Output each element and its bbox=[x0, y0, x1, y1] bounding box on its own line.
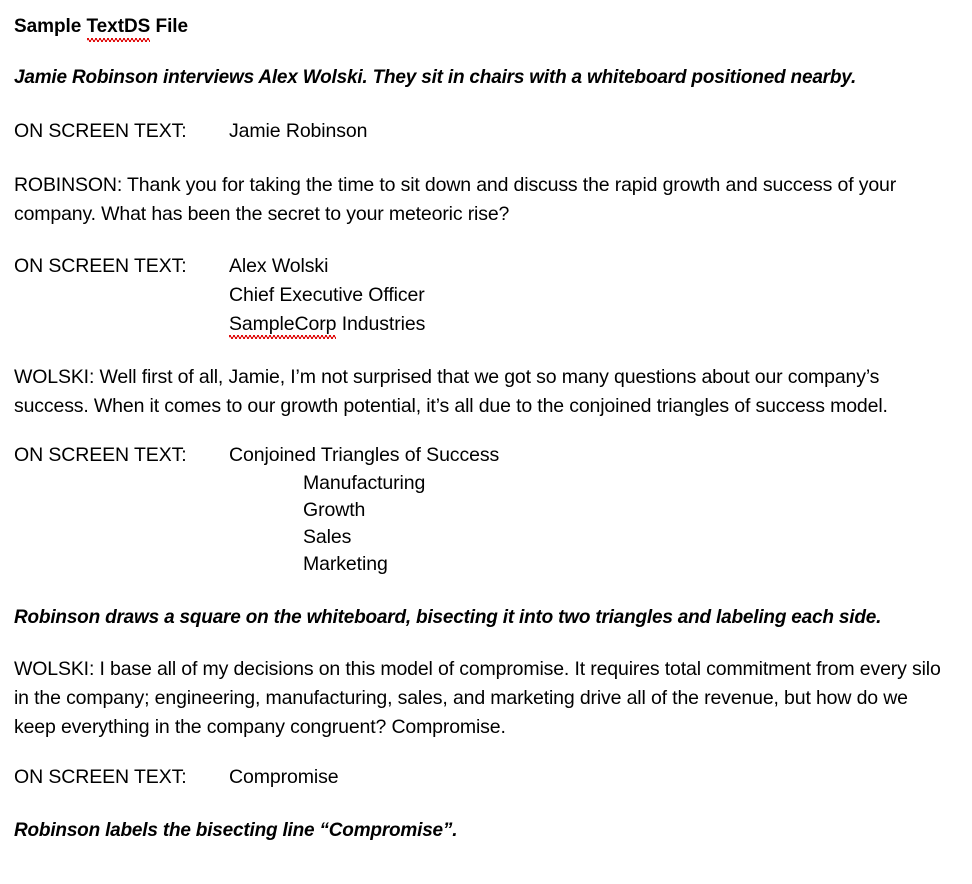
on-screen-text-value: Alex Wolski bbox=[229, 255, 329, 277]
stage-direction-1: Jamie Robinson interviews Alex Wolski. T… bbox=[14, 67, 857, 88]
document-page: Sample TextDS File Jamie Robinson interv… bbox=[0, 0, 972, 884]
title-misspelled-word: TextDS bbox=[86, 16, 151, 37]
on-screen-text-row-4: ON SCREEN TEXT: Compromise bbox=[14, 763, 952, 792]
stage-direction-3: Robinson labels the bisecting line “Comp… bbox=[14, 820, 458, 841]
dialogue-wolski-1: WOLSKI: Well first of all, Jamie, I’m no… bbox=[14, 366, 888, 417]
on-screen-text-subitem-4: Marketing bbox=[303, 553, 388, 575]
misspelled-rest: Industries bbox=[336, 313, 426, 335]
spellcheck-word-samplecorp: SampleCorp bbox=[229, 310, 337, 339]
on-screen-text-value: Conjoined Triangles of Success bbox=[229, 444, 500, 466]
on-screen-text-subitem-3: Sales bbox=[303, 526, 352, 548]
on-screen-text-label: ON SCREEN TEXT: bbox=[14, 120, 187, 142]
misspelled-word: SampleCorp bbox=[229, 313, 337, 335]
title-text-after: File bbox=[150, 16, 189, 37]
on-screen-text-label: ON SCREEN TEXT: bbox=[14, 766, 187, 788]
on-screen-text-label: ON SCREEN TEXT: bbox=[14, 444, 187, 466]
on-screen-text-row-1: ON SCREEN TEXT: Jamie Robinson bbox=[14, 117, 952, 146]
on-screen-text-subitem-2: Growth bbox=[303, 499, 366, 521]
title-text-before: Sample bbox=[14, 16, 87, 37]
on-screen-text-value-line-3: SampleCorp Industries bbox=[229, 310, 952, 339]
stage-direction-2: Robinson draws a square on the whiteboar… bbox=[14, 607, 882, 628]
on-screen-text-subitem-1: Manufacturing bbox=[303, 472, 426, 494]
on-screen-text-value: Compromise bbox=[229, 766, 339, 788]
spellcheck-word-textds: TextDS bbox=[86, 12, 151, 42]
on-screen-text-row-2: ON SCREEN TEXT: Alex Wolski bbox=[14, 252, 952, 281]
on-screen-text-label: ON SCREEN TEXT: bbox=[14, 255, 187, 277]
on-screen-text-value: Jamie Robinson bbox=[229, 120, 368, 142]
on-screen-text-row-3: ON SCREEN TEXT: Conjoined Triangles of Su… bbox=[14, 441, 952, 470]
dialogue-wolski-2: WOLSKI: I base all of my decisions on th… bbox=[14, 658, 941, 738]
dialogue-robinson-1: ROBINSON: Thank you for taking the time … bbox=[14, 174, 897, 225]
on-screen-text-value-line-2: Chief Executive Officer bbox=[229, 284, 425, 306]
page-title: Sample TextDS File bbox=[14, 12, 952, 42]
